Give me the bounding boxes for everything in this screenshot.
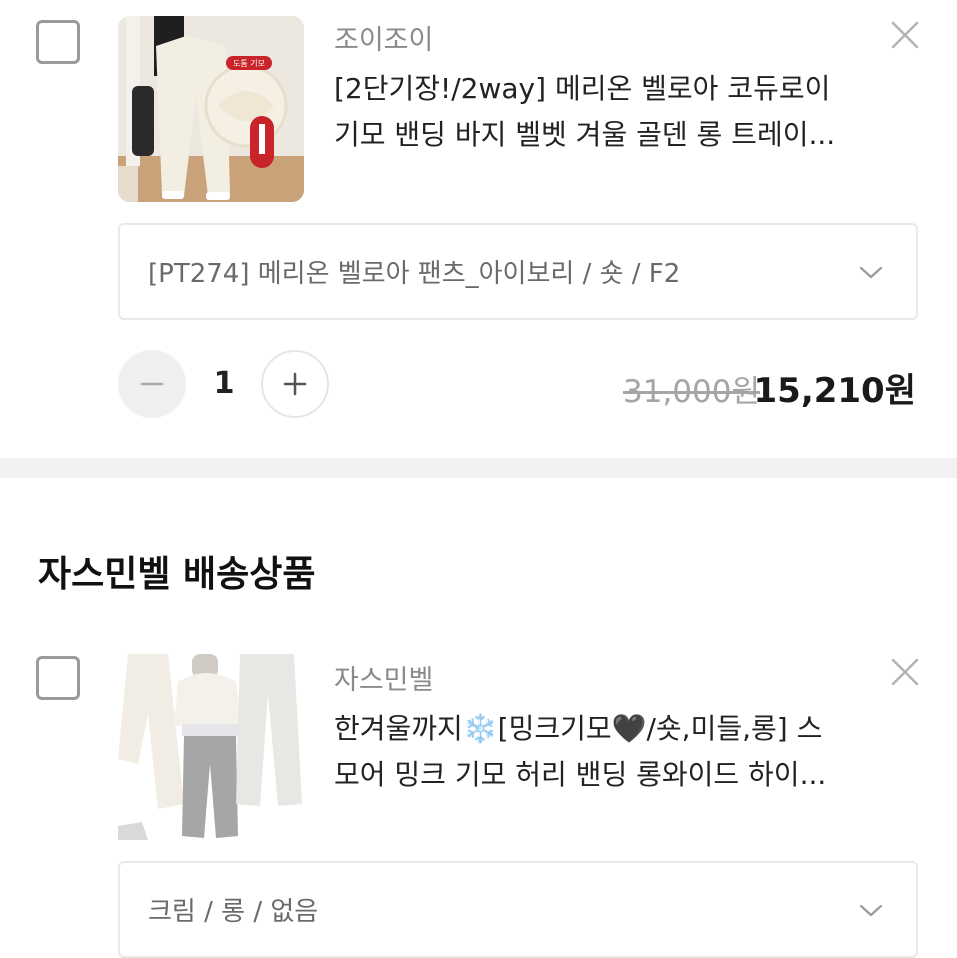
chevron-down-icon	[859, 266, 883, 278]
chevron-down-icon	[859, 904, 883, 916]
increase-quantity-button[interactable]	[261, 350, 329, 418]
product-title-line: 기모 밴딩 바지 벨벳 겨울 골덴 롱 트레이...	[334, 118, 836, 151]
option-label: 크림 / 롱 / 없음	[148, 897, 319, 927]
section-title: 자스민벨 배송상품	[38, 554, 316, 595]
fleece-badge-text: 도톰 기모	[233, 59, 265, 68]
product-title-line: 한겨울까지❄️[밍크기모🖤/숏,미들,롱] 스	[334, 712, 823, 745]
minus-icon	[140, 382, 164, 386]
decrease-quantity-button[interactable]	[118, 350, 186, 418]
product-title[interactable]: [2단기장!/2way] 메리온 벨로아 코듀로이 기모 밴딩 바지 벨벳 겨울…	[334, 66, 894, 158]
close-icon	[891, 21, 919, 49]
product-title-line: 모어 밍크 기모 허리 밴딩 롱와이드 하이...	[334, 758, 827, 791]
remove-item-button[interactable]	[890, 657, 920, 687]
option-selector[interactable]: 크림 / 롱 / 없음	[118, 861, 918, 958]
sale-price: 15,210원	[753, 371, 916, 411]
product-thumbnail[interactable]: 도톰 기모	[118, 16, 304, 202]
section-divider	[0, 458, 957, 478]
product-image	[118, 654, 304, 840]
select-item-checkbox[interactable]	[36, 20, 80, 64]
brand-name[interactable]: 자스민벨	[334, 658, 433, 697]
option-label: [PT274] 메리온 벨로아 팬츠_아이보리 / 숏 / F2	[148, 259, 681, 289]
product-image: 도톰 기모	[118, 16, 304, 202]
quantity-value: 1	[213, 366, 235, 401]
close-icon	[891, 658, 919, 686]
remove-item-button[interactable]	[890, 20, 920, 50]
brand-name[interactable]: 조이조이	[334, 18, 433, 57]
original-price: 31,000원	[623, 374, 760, 410]
option-selector[interactable]: [PT274] 메리온 벨로아 팬츠_아이보리 / 숏 / F2	[118, 223, 918, 320]
select-item-checkbox[interactable]	[36, 656, 80, 700]
plus-icon	[283, 372, 307, 396]
product-thumbnail[interactable]	[118, 654, 304, 840]
product-title-line: [2단기장!/2way] 메리온 벨로아 코듀로이	[334, 72, 831, 105]
product-title[interactable]: 한겨울까지❄️[밍크기모🖤/숏,미들,롱] 스 모어 밍크 기모 허리 밴딩 롱…	[334, 706, 894, 798]
